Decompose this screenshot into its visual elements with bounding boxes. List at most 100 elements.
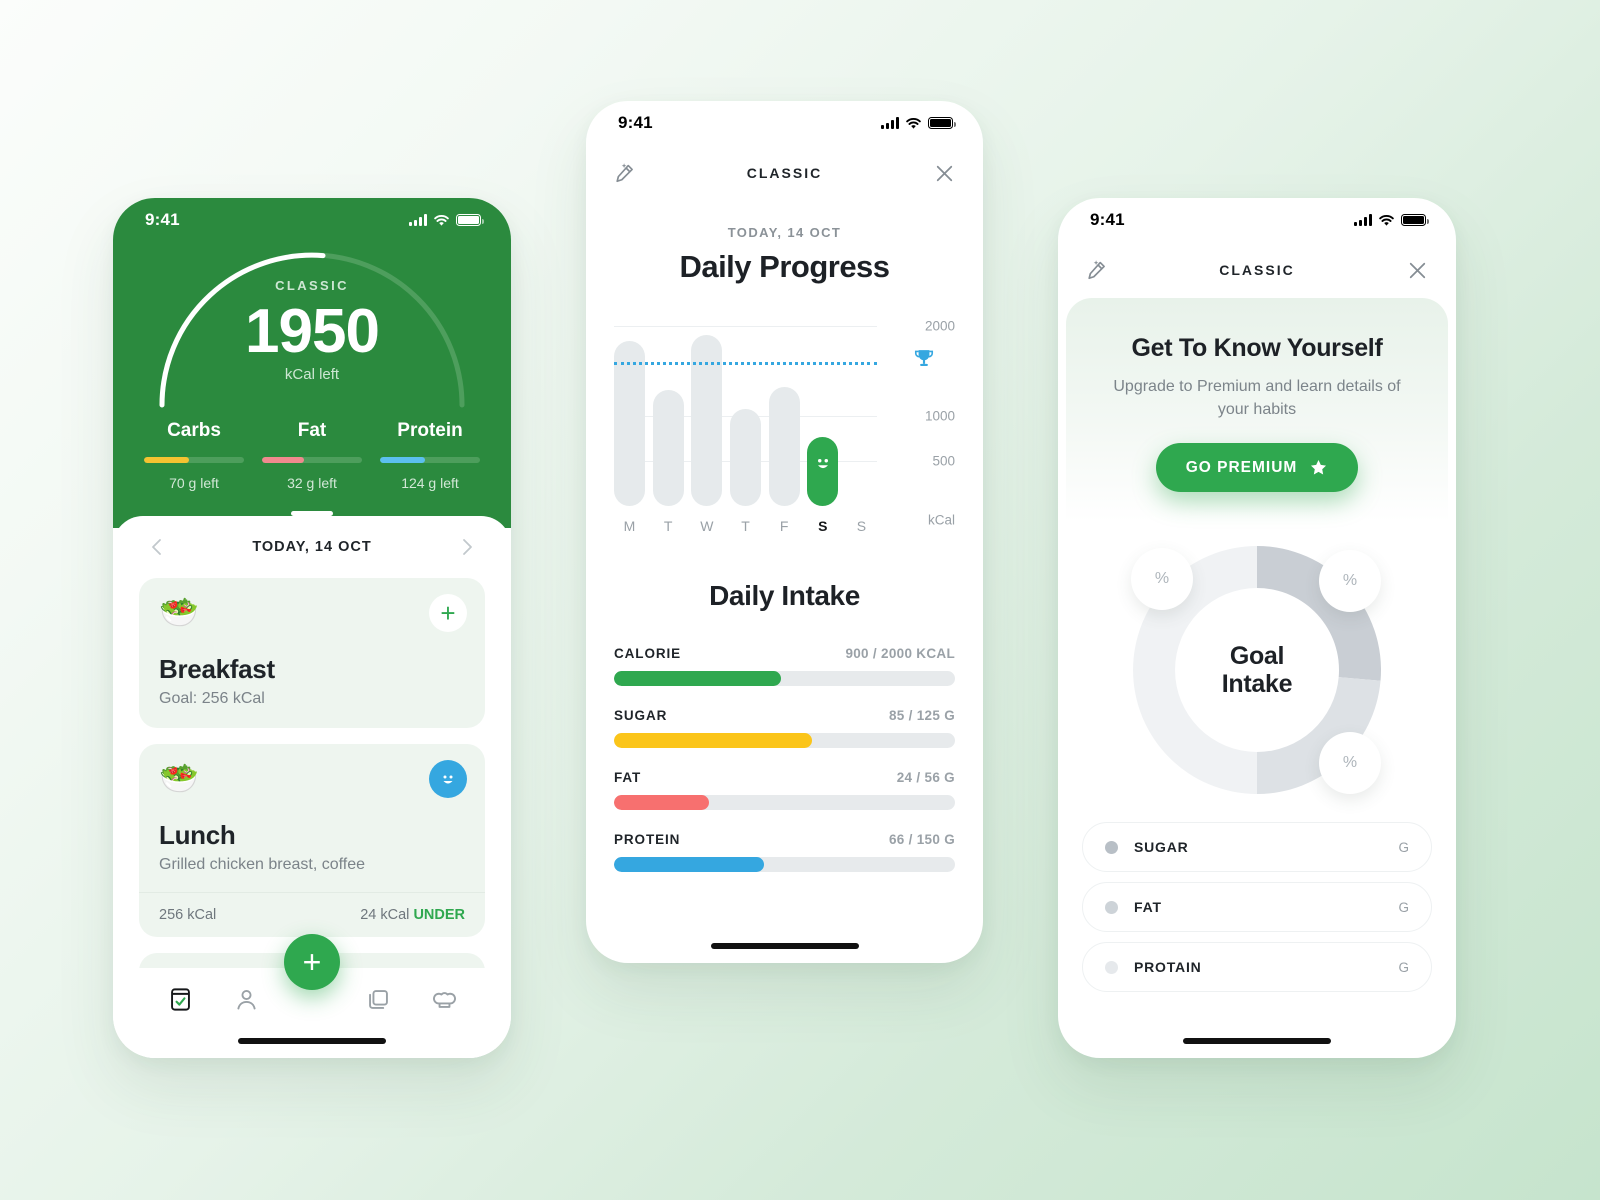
progress-body: TODAY, 14 OCT Daily Progress 2000 1000 500… <box>586 201 983 872</box>
meal-card-lunch[interactable]: 🥗 Lunch Grilled chicken breast, coffee 2… <box>139 744 485 937</box>
intake-value: 900 / 2000 KCAL <box>845 646 955 661</box>
legend-row-sugar[interactable]: SUGAR G <box>1082 822 1432 873</box>
close-icon[interactable] <box>1405 258 1430 283</box>
macro-remaining: 32 g left <box>287 475 337 491</box>
meal-calories: 256 kCal <box>159 907 217 923</box>
meal-card-breakfast[interactable]: 🥗 + Breakfast Goal: 256 kCal <box>139 578 485 728</box>
intake-track <box>614 857 955 872</box>
tab-layers[interactable] <box>345 986 411 1013</box>
chart-goal-line <box>614 361 877 365</box>
layers-icon <box>368 990 388 1009</box>
chart-x-tick: M <box>623 518 636 534</box>
macro-name: Fat <box>297 420 327 441</box>
calorie-dial-text: CLASSIC 1950 kCal left <box>113 278 511 383</box>
macro-item-carbs[interactable]: Carbs 70 g left <box>135 420 253 491</box>
magic-pencil-icon[interactable] <box>1084 258 1109 283</box>
donut-percent-badge-1[interactable]: % <box>1131 548 1193 611</box>
battery-icon <box>1401 214 1429 226</box>
chart-x-tick: T <box>663 518 673 534</box>
meal-delta-value: 24 kCal <box>360 907 410 923</box>
legend-row-protain[interactable]: PROTAIN G <box>1082 942 1432 993</box>
meal-subtitle: Grilled chicken breast, coffee <box>159 856 366 873</box>
weekly-calorie-chart: 2000 1000 500 kCal <box>614 318 955 528</box>
add-breakfast-button[interactable]: + <box>429 594 467 632</box>
chart-bar-s-5[interactable] <box>807 436 839 506</box>
chart-bars <box>614 321 877 506</box>
legend-unit: G <box>1398 959 1409 975</box>
legend-unit: G <box>1398 839 1409 855</box>
tab-profile[interactable] <box>213 986 279 1013</box>
profile-icon <box>236 989 256 1010</box>
chart-bar-w-2[interactable] <box>691 334 723 506</box>
magic-pencil-icon[interactable] <box>612 161 637 186</box>
chart-x-tick: S <box>856 518 867 534</box>
home-indicator <box>710 943 859 949</box>
legend-color-dot <box>1105 900 1118 914</box>
meal-title: Breakfast <box>159 654 275 684</box>
battery-icon <box>456 214 484 226</box>
intake-row-fat[interactable]: FAT 24 / 56 G <box>614 770 955 810</box>
macro-progress-track <box>262 457 362 463</box>
donut-percent-badge-3[interactable]: % <box>1319 732 1381 795</box>
macro-summary: Carbs 70 g left Fat 32 g left Protein 12… <box>113 420 511 491</box>
intake-row-protein[interactable]: PROTEIN 66 / 150 G <box>614 832 955 872</box>
lunch-mood-button[interactable] <box>429 760 467 798</box>
nav-title: CLASSIC <box>1219 262 1295 278</box>
status-bar: 9:41 <box>586 101 983 145</box>
home-indicator <box>1183 1038 1331 1044</box>
goal-trophy <box>911 346 937 377</box>
status-indicators <box>1354 214 1429 227</box>
battery-icon <box>928 117 956 129</box>
nav-bar: CLASSIC <box>586 145 983 201</box>
intake-value: 24 / 56 G <box>896 770 955 785</box>
macro-item-protein[interactable]: Protein 124 g left <box>371 420 489 491</box>
phone-premium: 9:41 CLASSIC Get To Know Yourself Upgrad… <box>1058 198 1456 1058</box>
donut-percent-badge-2[interactable]: % <box>1319 550 1381 613</box>
chevron-left-icon[interactable] <box>145 535 169 559</box>
premium-promo-card: Get To Know Yourself Upgrade to Premium … <box>1066 298 1448 523</box>
intake-label: PROTEIN <box>614 832 681 847</box>
phone-dashboard: 9:41 CLASSIC 1950 kCal left Carbs 70 g l… <box>113 198 511 1058</box>
journal-icon <box>170 988 190 1011</box>
legend-label: PROTAIN <box>1134 959 1202 976</box>
macro-progress-fill <box>262 457 304 463</box>
intake-fill <box>614 733 812 748</box>
macro-progress-fill <box>144 457 189 463</box>
meal-title: Lunch <box>159 820 236 850</box>
legend-unit: G <box>1398 899 1409 915</box>
tab-recipes[interactable] <box>411 986 477 1013</box>
go-premium-button[interactable]: GO PREMIUM <box>1155 443 1359 493</box>
status-time: 9:41 <box>1090 210 1125 229</box>
chevron-right-icon[interactable] <box>455 535 479 559</box>
daily-intake-list: CALORIE 900 / 2000 KCAL SUGAR 85 / 125 G FAT… <box>614 646 955 872</box>
phone-progress: 9:41 CLASSIC TODAY, 14 OCT Daily Progres… <box>586 101 983 963</box>
nav-bar: CLASSIC <box>1058 242 1456 298</box>
chart-x-tick: T <box>741 518 750 534</box>
chart-bar-m-0[interactable] <box>614 340 645 506</box>
macro-progress-fill <box>380 457 425 463</box>
tab-journal[interactable] <box>147 986 213 1013</box>
chart-bar-t-1[interactable] <box>652 389 684 506</box>
nav-title: CLASSIC <box>746 165 823 181</box>
chart-x-tick: W <box>700 518 714 534</box>
intake-fill <box>614 795 710 810</box>
page-title: Daily Progress <box>679 249 890 284</box>
chart-bar-f-4[interactable] <box>768 386 800 506</box>
intake-row-calorie[interactable]: CALORIE 900 / 2000 KCAL <box>614 646 955 686</box>
macro-progress-track <box>380 457 480 463</box>
smiley-icon <box>817 458 828 468</box>
date-eyebrow: TODAY, 14 OCT <box>727 225 842 240</box>
macro-progress-track <box>144 457 244 463</box>
close-icon[interactable] <box>932 161 957 186</box>
legend-row-fat[interactable]: FAT G <box>1082 882 1432 933</box>
chart-bar-t-3[interactable] <box>729 408 761 506</box>
meal-footer: 256 kCal 24 kCal UNDER <box>139 892 485 937</box>
status-time: 9:41 <box>618 113 653 132</box>
macro-item-fat[interactable]: Fat 32 g left <box>253 420 371 491</box>
intake-fill <box>614 857 765 872</box>
add-entry-fab[interactable]: + <box>284 934 340 990</box>
intake-label: SUGAR <box>614 708 668 723</box>
go-premium-label: GO PREMIUM <box>1185 458 1298 476</box>
intake-row-sugar[interactable]: SUGAR 85 / 125 G <box>614 708 955 748</box>
donut-center-label: Goal Intake <box>1178 591 1336 750</box>
